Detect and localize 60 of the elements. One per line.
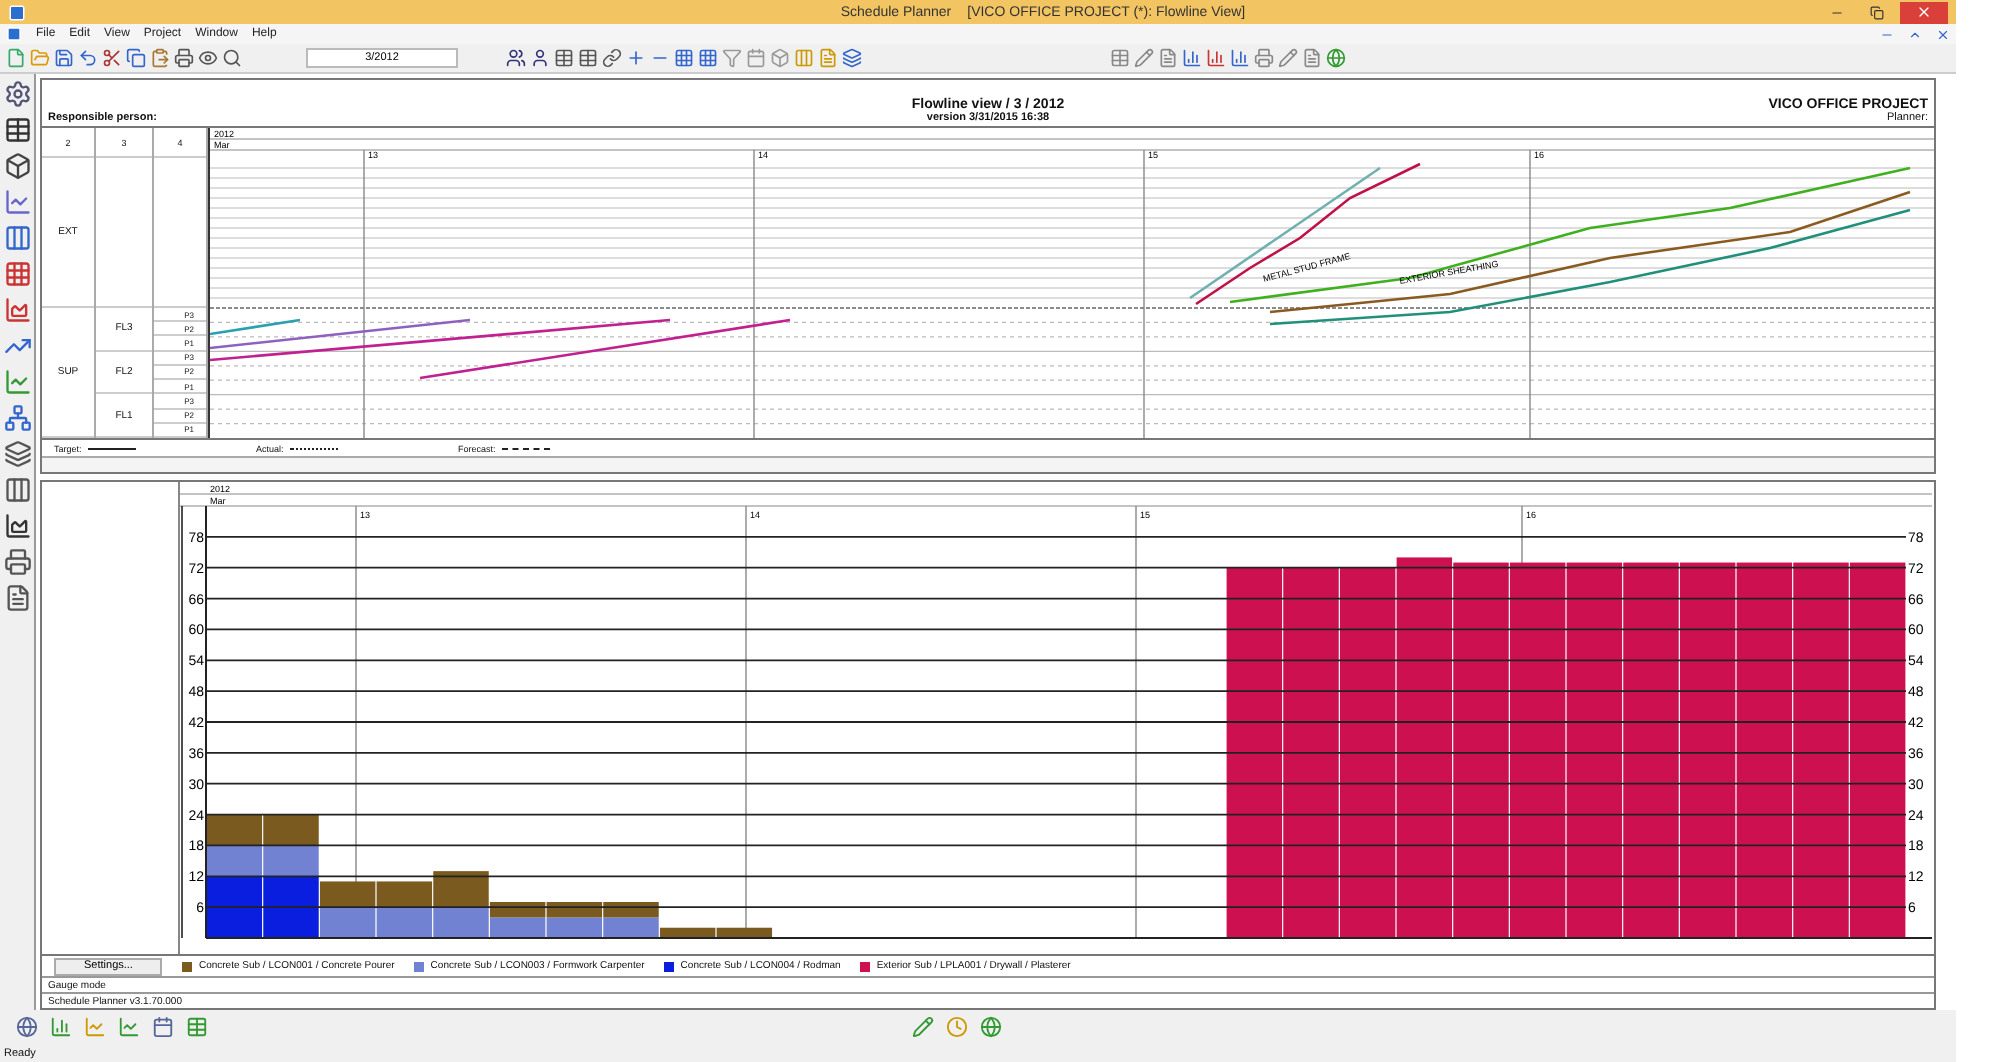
bar-chart-icon[interactable] xyxy=(1230,48,1250,68)
link-icon[interactable] xyxy=(602,48,622,68)
network-icon[interactable] xyxy=(3,404,31,432)
grid-icon[interactable] xyxy=(698,48,718,68)
globe-icon[interactable] xyxy=(980,1016,1002,1038)
preview-icon[interactable] xyxy=(198,48,218,68)
area-chart-icon[interactable] xyxy=(3,512,31,540)
close-icon[interactable] xyxy=(1936,27,1950,41)
line-sample xyxy=(501,447,550,449)
printer-icon[interactable] xyxy=(1254,48,1274,68)
table-icon[interactable] xyxy=(554,48,574,68)
pencil-icon[interactable] xyxy=(1134,48,1154,68)
printer-icon[interactable] xyxy=(174,48,194,68)
columns-icon[interactable] xyxy=(3,224,31,252)
line-sample xyxy=(87,447,136,449)
document-icon[interactable] xyxy=(1158,48,1178,68)
layers-icon[interactable] xyxy=(3,440,31,468)
search-icon[interactable] xyxy=(222,48,242,68)
save-icon[interactable] xyxy=(54,48,74,68)
histogram-bar xyxy=(376,881,433,908)
line-chart-icon[interactable] xyxy=(3,368,31,396)
bar-chart-icon[interactable] xyxy=(1206,48,1226,68)
paste-icon[interactable] xyxy=(150,48,170,68)
bar-chart-icon[interactable] xyxy=(50,1016,72,1038)
pencil-icon[interactable] xyxy=(1278,48,1298,68)
document-icon[interactable] xyxy=(1302,48,1322,68)
restore-icon xyxy=(1869,5,1883,19)
line-chart-icon[interactable] xyxy=(3,188,31,216)
person-icon[interactable] xyxy=(530,48,550,68)
columns-icon[interactable] xyxy=(3,476,31,504)
globe-icon[interactable] xyxy=(16,1016,38,1038)
people-icon[interactable] xyxy=(506,48,526,68)
line-chart-icon[interactable] xyxy=(118,1016,140,1038)
histogram-bar xyxy=(263,814,319,846)
printer-icon[interactable] xyxy=(3,548,31,576)
gear-icon[interactable] xyxy=(3,80,31,108)
line-sample xyxy=(289,447,338,449)
document-icon[interactable] xyxy=(3,584,31,612)
bar-chart-icon[interactable] xyxy=(1182,48,1202,68)
scissors-icon[interactable] xyxy=(102,48,122,68)
copy-icon[interactable] xyxy=(126,48,146,68)
horizontal-scrollbar[interactable] xyxy=(42,456,1934,472)
close-button[interactable] xyxy=(1900,1,1948,23)
table-icon[interactable] xyxy=(578,48,598,68)
undo-icon[interactable] xyxy=(78,48,98,68)
grid-icon[interactable] xyxy=(3,260,31,288)
calendar-icon[interactable] xyxy=(746,48,766,68)
close-icon xyxy=(1916,4,1932,20)
table-icon[interactable] xyxy=(3,116,31,144)
calendar-icon[interactable] xyxy=(152,1016,174,1038)
grid-icon[interactable] xyxy=(674,48,694,68)
layers-icon[interactable] xyxy=(842,48,862,68)
globe-icon[interactable] xyxy=(1326,48,1346,68)
plus-icon[interactable] xyxy=(626,48,646,68)
filter-icon[interactable] xyxy=(722,48,742,68)
restore-icon[interactable] xyxy=(1908,27,1922,41)
new-file-icon[interactable] xyxy=(6,48,26,68)
histogram-bar xyxy=(206,814,263,846)
pencil-icon[interactable] xyxy=(912,1016,934,1038)
box-icon[interactable] xyxy=(3,152,31,180)
